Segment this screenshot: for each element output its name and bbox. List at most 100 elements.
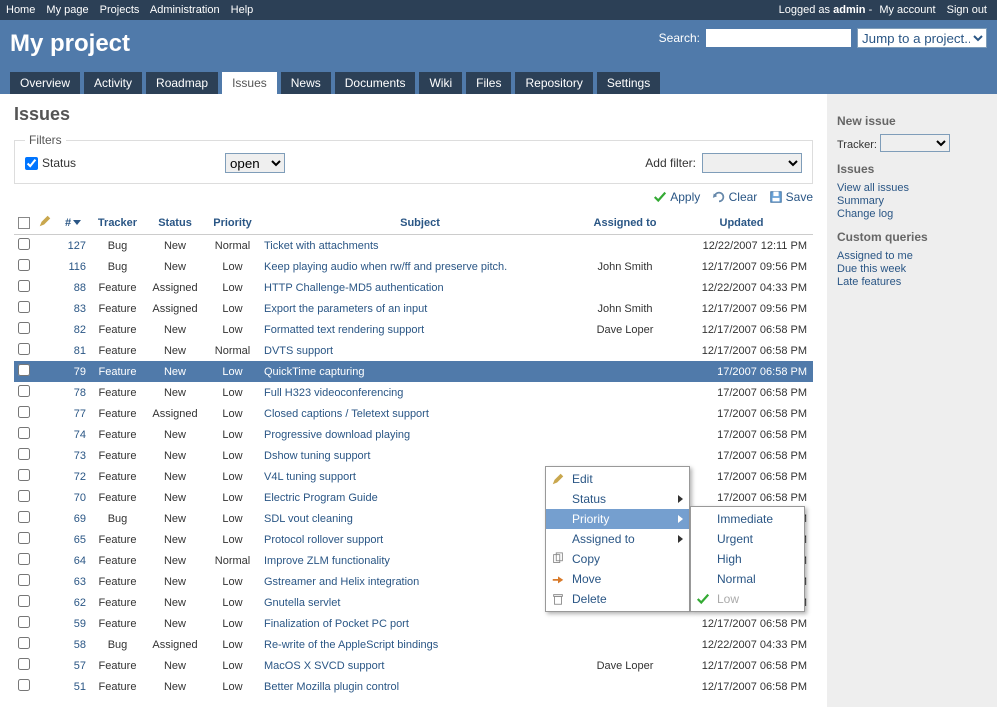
cell-subject[interactable]: HTTP Challenge-MD5 authentication <box>260 277 580 298</box>
tab-files[interactable]: Files <box>466 72 511 94</box>
clear-button[interactable]: Clear <box>712 190 758 204</box>
cell-id[interactable]: 72 <box>56 466 90 487</box>
cell-id[interactable]: 127 <box>56 235 90 257</box>
search-input[interactable] <box>706 29 851 47</box>
cell-subject[interactable]: Re-write of the AppleScript bindings <box>260 634 580 655</box>
col-priority[interactable]: Priority <box>205 211 260 235</box>
col-checkbox[interactable] <box>14 211 34 235</box>
tab-repository[interactable]: Repository <box>515 72 592 94</box>
cell-id[interactable]: 57 <box>56 655 90 676</box>
table-row[interactable]: 73FeatureNewLowDshow tuning support17/20… <box>14 445 813 466</box>
cell-subject[interactable]: Formatted text rendering support <box>260 319 580 340</box>
row-checkbox[interactable] <box>18 343 30 355</box>
cell-id[interactable]: 70 <box>56 487 90 508</box>
row-checkbox[interactable] <box>18 385 30 397</box>
context-submenu-priority[interactable]: Immediate Urgent High Normal Low <box>690 506 805 612</box>
project-jump-select[interactable]: Jump to a project... <box>857 28 987 48</box>
cell-id[interactable]: 88 <box>56 277 90 298</box>
priority-immediate[interactable]: Immediate <box>691 509 804 529</box>
apply-button[interactable]: Apply <box>653 190 700 204</box>
cell-subject[interactable]: DVTS support <box>260 340 580 361</box>
priority-low[interactable]: Low <box>691 589 804 609</box>
table-row[interactable]: 70FeatureNewLowElectric Program Guide17/… <box>14 487 813 508</box>
row-checkbox[interactable] <box>18 448 30 460</box>
ctx-copy[interactable]: Copy <box>546 549 689 569</box>
table-row[interactable]: 58BugAssignedLowRe-write of the AppleScr… <box>14 634 813 655</box>
row-checkbox[interactable] <box>18 238 30 250</box>
table-row[interactable]: 88FeatureAssignedLowHTTP Challenge-MD5 a… <box>14 277 813 298</box>
save-button[interactable]: Save <box>769 190 813 204</box>
nav-help[interactable]: Help <box>231 4 254 16</box>
ctx-edit[interactable]: Edit <box>546 469 689 489</box>
table-row[interactable]: 74FeatureNewLowProgressive download play… <box>14 424 813 445</box>
cell-id[interactable]: 81 <box>56 340 90 361</box>
ctx-delete[interactable]: Delete <box>546 589 689 609</box>
context-menu[interactable]: Edit Status Priority Assigned to Copy Mo… <box>545 466 690 612</box>
link-view-all-issues[interactable]: View all issues <box>837 182 987 194</box>
cell-subject[interactable]: Gstreamer and Helix integration <box>260 571 580 592</box>
row-checkbox[interactable] <box>18 364 30 376</box>
priority-urgent[interactable]: Urgent <box>691 529 804 549</box>
row-checkbox[interactable] <box>18 259 30 271</box>
filter-status-checkbox[interactable] <box>25 157 38 170</box>
cell-id[interactable]: 77 <box>56 403 90 424</box>
nav-admin[interactable]: Administration <box>150 4 220 16</box>
table-row[interactable]: 59FeatureNewLowFinalization of Pocket PC… <box>14 613 813 634</box>
table-row[interactable]: 127BugNewNormalTicket with attachments12… <box>14 235 813 257</box>
cell-id[interactable]: 63 <box>56 571 90 592</box>
row-checkbox[interactable] <box>18 469 30 481</box>
my-account-link[interactable]: My account <box>879 4 935 16</box>
cell-id[interactable]: 73 <box>56 445 90 466</box>
tab-news[interactable]: News <box>281 72 331 94</box>
cell-id[interactable]: 82 <box>56 319 90 340</box>
link-assigned-to-me[interactable]: Assigned to me <box>837 250 987 262</box>
row-checkbox[interactable] <box>18 301 30 313</box>
cell-subject[interactable]: Electric Program Guide <box>260 487 580 508</box>
row-checkbox[interactable] <box>18 574 30 586</box>
priority-normal[interactable]: Normal <box>691 569 804 589</box>
col-assigned[interactable]: Assigned to <box>580 211 670 235</box>
tab-settings[interactable]: Settings <box>597 72 660 94</box>
cell-subject[interactable]: SDL vout cleaning <box>260 508 580 529</box>
row-checkbox[interactable] <box>18 427 30 439</box>
row-checkbox[interactable] <box>18 511 30 523</box>
ctx-status[interactable]: Status <box>546 489 689 509</box>
row-checkbox[interactable] <box>18 616 30 628</box>
cell-id[interactable]: 58 <box>56 634 90 655</box>
cell-id[interactable]: 83 <box>56 298 90 319</box>
col-id[interactable]: # <box>56 211 90 235</box>
row-checkbox[interactable] <box>18 553 30 565</box>
table-row[interactable]: 83FeatureAssignedLowExport the parameter… <box>14 298 813 319</box>
ctx-move[interactable]: Move <box>546 569 689 589</box>
cell-subject[interactable]: Protocol rollover support <box>260 529 580 550</box>
table-row[interactable]: 81FeatureNewNormalDVTS support12/17/2007… <box>14 340 813 361</box>
tab-issues[interactable]: Issues <box>222 72 277 94</box>
row-checkbox[interactable] <box>18 658 30 670</box>
col-updated[interactable]: Updated <box>670 211 813 235</box>
nav-mypage[interactable]: My page <box>46 4 88 16</box>
row-checkbox[interactable] <box>18 490 30 502</box>
link-summary[interactable]: Summary <box>837 195 987 207</box>
filter-status-select[interactable]: open <box>225 153 285 173</box>
cell-subject[interactable]: Improve ZLM functionality <box>260 550 580 571</box>
col-status[interactable]: Status <box>145 211 205 235</box>
link-due-this-week[interactable]: Due this week <box>837 263 987 275</box>
table-row[interactable]: 82FeatureNewLowFormatted text rendering … <box>14 319 813 340</box>
add-filter-select[interactable] <box>702 153 802 173</box>
table-row[interactable]: 57FeatureNewLowMacOS X SVCD supportDave … <box>14 655 813 676</box>
ctx-priority[interactable]: Priority <box>546 509 689 529</box>
cell-id[interactable]: 79 <box>56 361 90 382</box>
tab-overview[interactable]: Overview <box>10 72 80 94</box>
col-subject[interactable]: Subject <box>260 211 580 235</box>
table-row[interactable]: 77FeatureAssignedLowClosed captions / Te… <box>14 403 813 424</box>
sign-out-link[interactable]: Sign out <box>947 4 987 16</box>
tab-documents[interactable]: Documents <box>335 72 416 94</box>
ctx-assigned[interactable]: Assigned to <box>546 529 689 549</box>
table-row[interactable]: 79FeatureNewLowQuickTime capturing17/200… <box>14 361 813 382</box>
cell-id[interactable]: 51 <box>56 676 90 697</box>
cell-id[interactable]: 64 <box>56 550 90 571</box>
cell-id[interactable]: 78 <box>56 382 90 403</box>
cell-subject[interactable]: Dshow tuning support <box>260 445 580 466</box>
row-checkbox[interactable] <box>18 406 30 418</box>
tab-wiki[interactable]: Wiki <box>419 72 462 94</box>
